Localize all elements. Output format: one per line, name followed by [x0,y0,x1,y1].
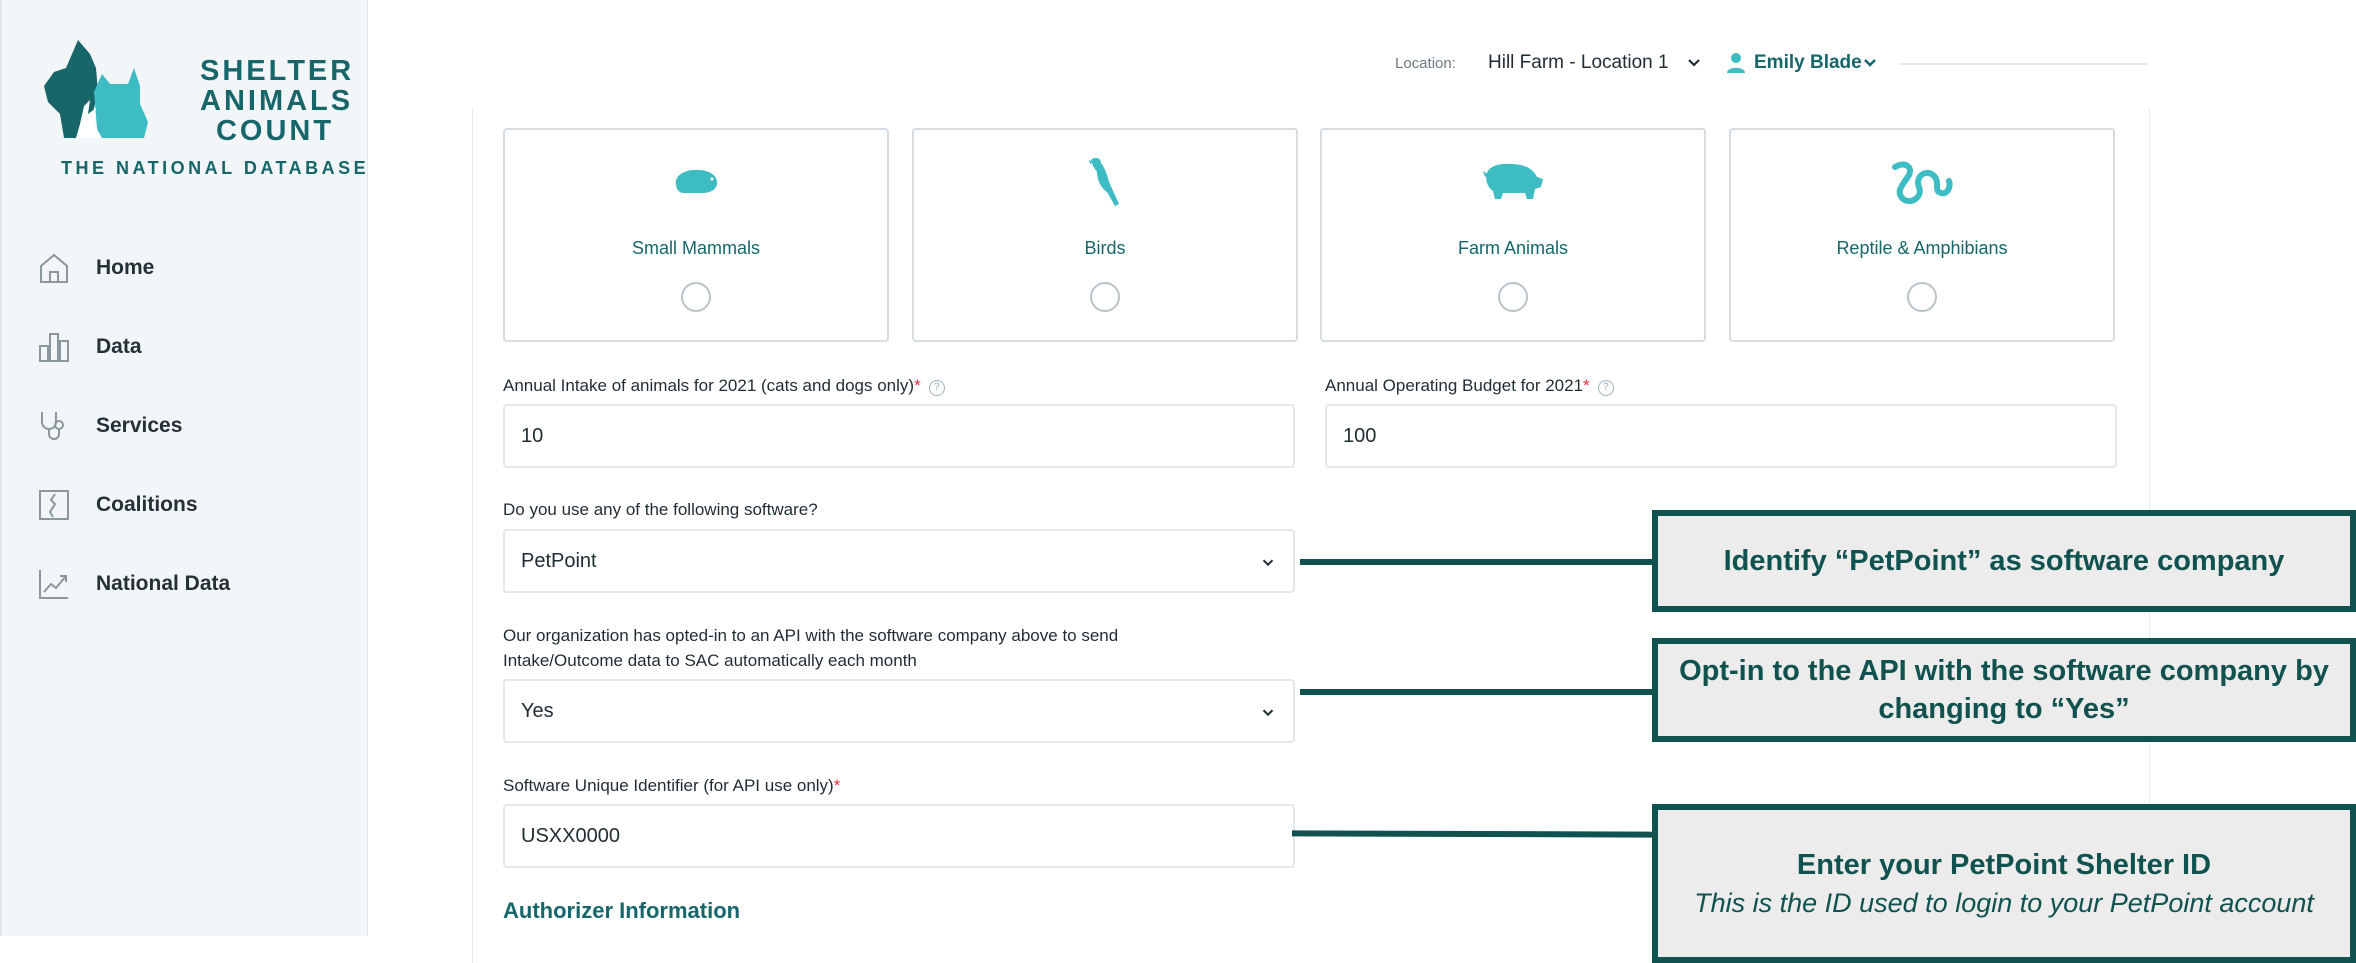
logo-subtitle: THE NATIONAL DATABASE [61,158,370,178]
sidebar-item-coalitions[interactable]: Coalitions [36,485,356,525]
location-label: Location: [1395,55,1456,72]
authorizer-section-title: Authorizer Information [503,898,741,923]
animal-card-farm-animals[interactable]: Farm Animals [1320,128,1706,342]
callout-api-line-2: changing to “Yes” [1878,693,2130,725]
snake-icon [1731,152,2113,212]
animal-card-reptile-amphibians[interactable]: Reptile & Amphibians [1729,128,2115,342]
identifier-label: Software Unique Identifier (for API use … [503,773,840,798]
required-mark: * [914,376,921,395]
animal-card-label: Farm Animals [1457,238,1569,258]
animal-card-radio[interactable] [681,282,711,312]
callout-id-line-2: This is the ID used to login to your Pet… [1694,887,2314,918]
animal-card-label: Reptile & Amphibians [1836,238,2008,258]
sidebar-nav: Home Data Services Coalitions National D… [36,248,356,643]
budget-label: Annual Operating Budget for 2021*? [1325,373,1614,398]
identifier-label-text: Software Unique Identifier (for API use … [503,776,834,795]
top-header: Location: Hill Farm - Location 1 Emily B… [368,0,2356,110]
required-mark: * [1583,376,1590,395]
header-divider [1898,63,2148,65]
callout-software: Identify “PetPoint” as software company [1652,510,2356,612]
sidebar-item-data[interactable]: Data [36,327,356,367]
bird-icon [914,152,1296,212]
animal-card-radio[interactable] [1907,282,1937,312]
logo-line-1: SHELTER [200,55,355,87]
sidebar-item-services[interactable]: Services [36,406,356,446]
home-icon [36,250,72,286]
api-label: Our organization has opted-in to an API … [503,623,1118,673]
callout-shelter-id: Enter your PetPoint Shelter ID This is t… [1652,804,2356,963]
callout-api-line-1: Opt-in to the API with the software comp… [1679,655,2329,687]
software-identifier-input[interactable]: USXX0000 [503,804,1295,868]
animals-silhouette-icon [44,40,148,138]
callout-connector [1300,559,1656,565]
callout-api: Opt-in to the API with the software comp… [1652,638,2356,742]
animal-card-radio[interactable] [1090,282,1120,312]
intake-input[interactable]: 10 [503,404,1295,468]
sidebar-item-label: National Data [96,572,231,595]
sidebar-item-national-data[interactable]: National Data [36,564,356,604]
sidebar-item-label: Coalitions [96,493,198,516]
budget-label-text: Annual Operating Budget for 2021 [1325,376,1584,395]
software-label: Do you use any of the following software… [503,500,818,519]
map-icon [36,487,72,523]
bar-chart-icon [36,329,72,365]
intake-label-text: Annual Intake of animals for 2021 (cats … [503,376,915,395]
sidebar: SHELTER ANIMALS COUNT THE NATIONAL DATAB… [0,0,368,936]
intake-label: Annual Intake of animals for 2021 (cats … [503,373,945,398]
pig-icon [1322,152,1704,212]
sidebar-item-label: Services [96,414,183,437]
chevron-down-icon[interactable] [1684,52,1704,77]
callout-connector [1291,830,1657,838]
animal-type-cards: Small Mammals Birds Farm Animals Reptile… [503,128,2119,342]
animal-card-label: Small Mammals [631,238,760,258]
api-optin-select[interactable]: Yes [503,679,1295,743]
help-icon[interactable]: ? [1597,380,1614,396]
callout-connector [1300,689,1656,695]
api-label-line-1: Our organization has opted-in to an API … [503,626,1119,645]
shelter-animals-count-logo[interactable]: SHELTER ANIMALS COUNT THE NATIONAL DATAB… [36,28,366,188]
user-icon [1726,52,1746,79]
required-mark: * [833,776,841,795]
location-selector[interactable]: Hill Farm - Location 1 [1488,52,1669,74]
user-menu[interactable]: Emily Blade [1754,52,1862,74]
sidebar-item-label: Home [96,256,155,279]
callout-software-text: Identify “PetPoint” as software company [1723,545,2285,577]
software-select-value: PetPoint [521,549,597,572]
chevron-down-icon [1259,703,1277,727]
sidebar-item-label: Data [96,335,142,358]
logo-line-2: ANIMALS [200,85,354,117]
animal-card-radio[interactable] [1498,282,1528,312]
api-select-value: Yes [521,699,554,722]
stethoscope-icon [36,408,72,444]
software-select[interactable]: PetPoint [503,529,1295,593]
trend-chart-icon [36,566,72,602]
help-icon[interactable]: ? [928,380,945,396]
callout-id-line-1: Enter your PetPoint Shelter ID [1796,848,2212,881]
animal-card-label: Birds [1084,238,1126,258]
animal-card-birds[interactable]: Birds [912,128,1298,342]
animal-card-small-mammals[interactable]: Small Mammals [503,128,889,342]
chevron-down-icon [1259,553,1277,577]
budget-input[interactable]: 100 [1325,404,2117,468]
page: SHELTER ANIMALS COUNT THE NATIONAL DATAB… [0,0,2356,963]
guinea-pig-icon [505,152,887,212]
sidebar-item-home[interactable]: Home [36,248,356,288]
logo-title: SHELTER ANIMALS COUNT [200,55,355,147]
chevron-down-icon[interactable] [1860,52,1880,77]
logo-line-3: COUNT [215,115,335,147]
api-label-line-2: Intake/Outcome data to SAC automatically… [503,651,917,670]
